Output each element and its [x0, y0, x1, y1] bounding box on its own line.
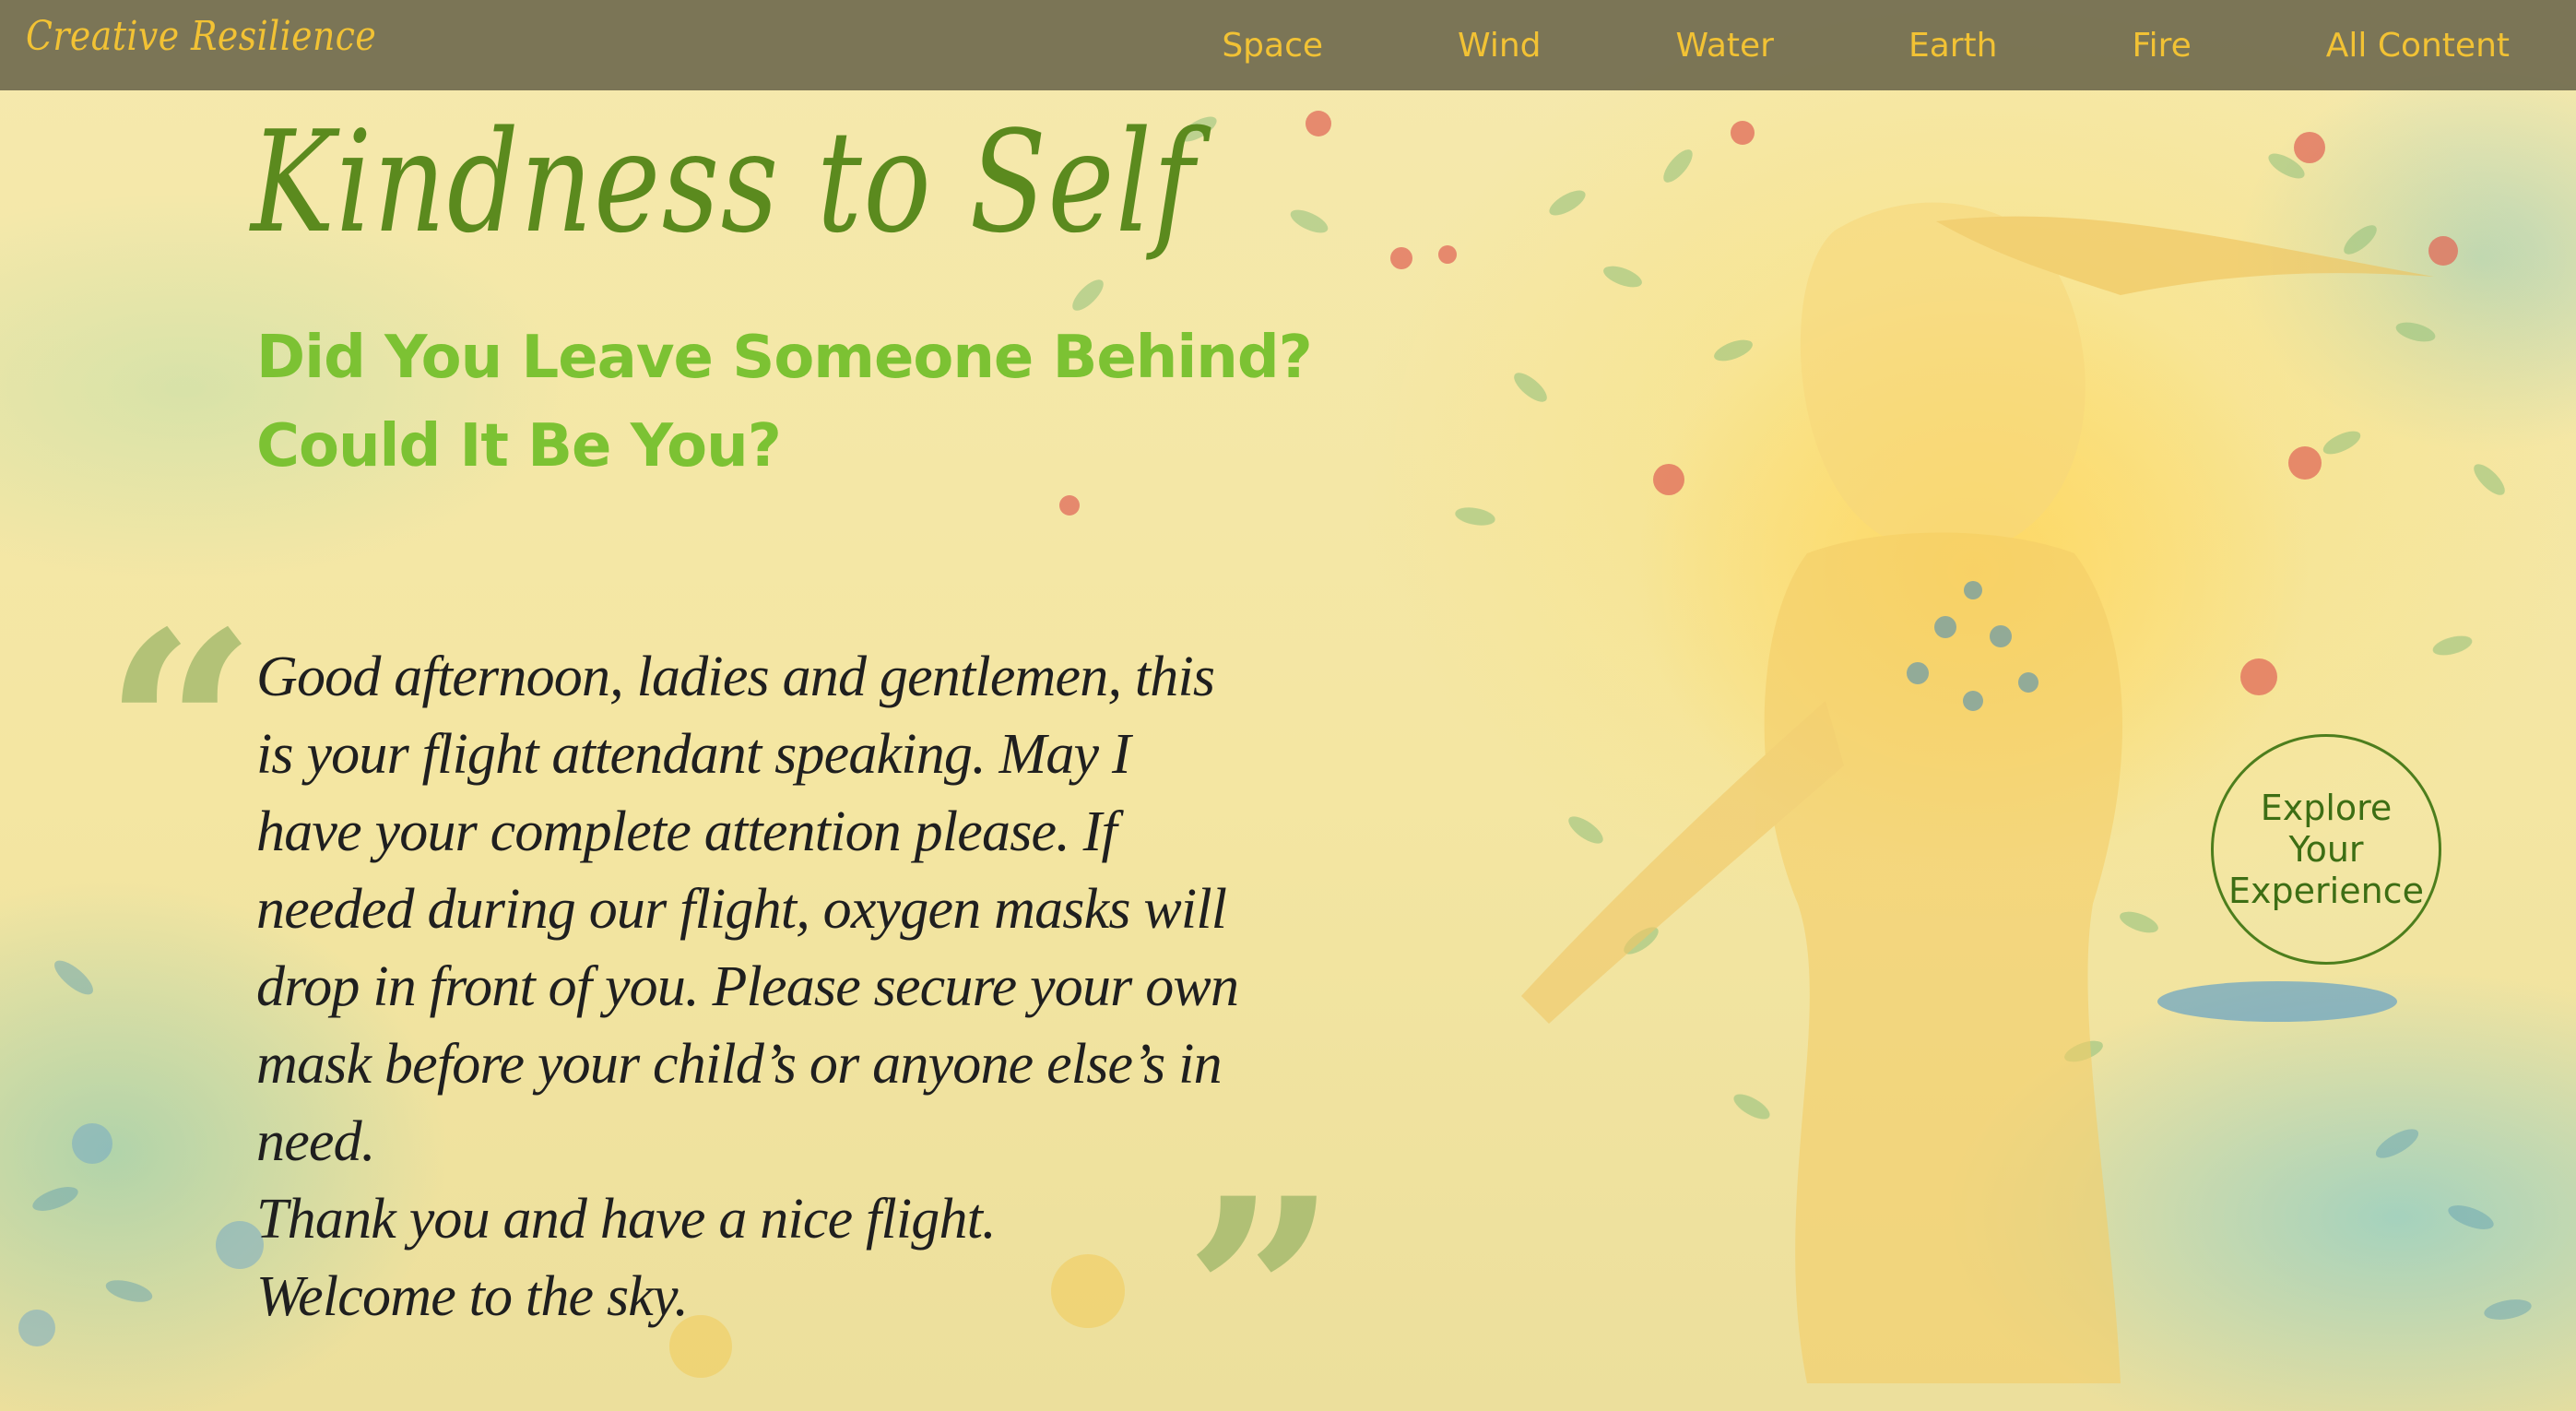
nav-link-space[interactable]: Space — [1222, 27, 1323, 65]
quote-line: mask before your child’s or anyone else’… — [256, 1033, 1223, 1096]
quote-line: have your complete attention please. If — [256, 800, 1117, 863]
quote-line: drop in front of you. Please secure your… — [256, 955, 1239, 1018]
page-title: Kindness to Self — [251, 101, 1197, 264]
explore-label-line: Explore — [2260, 787, 2393, 828]
page-subtitle: Did You Leave Someone Behind? Could It B… — [256, 314, 1313, 491]
quote-line: is your flight attendant speaking. May I — [256, 723, 1131, 786]
brand-logo-link[interactable]: Creative Resilience — [26, 13, 376, 60]
subtitle-line: Did You Leave Someone Behind? — [256, 324, 1313, 392]
nav-link-earth[interactable]: Earth — [1908, 27, 1998, 65]
subtitle-line: Could It Be You? — [256, 412, 782, 480]
main-nav: Space Wind Water Earth Fire All Content — [1222, 0, 2510, 90]
quote-line: Welcome to the sky. — [256, 1265, 689, 1328]
explore-your-experience-button[interactable]: Explore Your Experience — [2211, 734, 2441, 965]
open-quote-icon: “ — [103, 575, 257, 888]
quote-line: needed during our flight, oxygen masks w… — [256, 878, 1227, 941]
nav-link-wind[interactable]: Wind — [1458, 27, 1541, 65]
quote-line: Good afternoon, ladies and gentlemen, th… — [256, 646, 1215, 708]
quote-line: Thank you and have a nice flight. — [256, 1188, 997, 1251]
nav-link-fire[interactable]: Fire — [2133, 27, 2192, 65]
top-navigation-bar: Creative Resilience Space Wind Water Ear… — [0, 0, 2576, 90]
quote-block: Good afternoon, ladies and gentlemen, th… — [256, 638, 1252, 1335]
quote-line: need. — [256, 1110, 375, 1173]
explore-label-line: Your — [2288, 828, 2364, 870]
nav-link-all-content[interactable]: All Content — [2326, 27, 2510, 65]
explore-label-line: Experience — [2228, 870, 2424, 911]
nav-link-water[interactable]: Water — [1676, 27, 1774, 65]
